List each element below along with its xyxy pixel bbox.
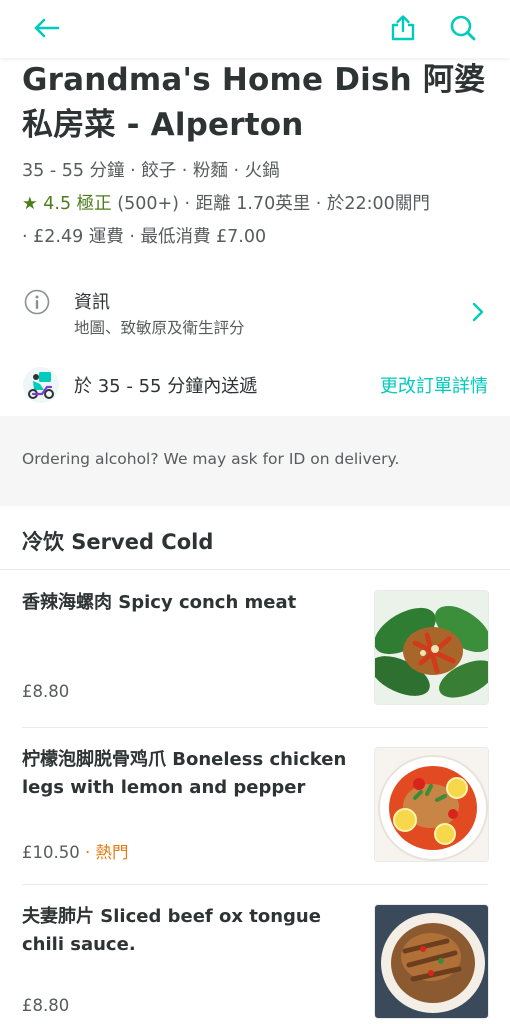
chevron-right-icon [472,302,484,326]
change-order-details-link[interactable]: 更改訂單詳情 [380,372,488,398]
info-icon [24,289,50,319]
menu-item[interactable]: 香辣海螺肉 Spicy conch meat £8.80 [0,571,510,728]
menu-item-price-row: £10.50 · 熱門 [22,839,128,863]
popular-tag: · 熱門 [79,843,129,862]
menu-item-name: 香辣海螺肉 Spicy conch meat [22,592,297,613]
rating-text: 4.5 極正 [43,194,112,214]
menu-item-photo[interactable] [374,747,489,862]
menu-item[interactable]: 柠檬泡脚脱骨鸡爪 Boneless chicken legs with lemo… [0,728,510,885]
menu-item[interactable]: 夫妻肺片 Sliced beef ox tongue chili sauce. … [0,885,510,1024]
info-title: 資訊 [74,292,110,313]
restaurant-meta-line1: 35 - 55 分鐘 · 餃子 · 粉麵 · 火鍋 [22,161,280,181]
info-subtitle: 地圖、致敏原及衛生評分 [74,319,245,337]
search-icon[interactable] [447,12,479,44]
restaurant-title-line1: Grandma's Home Dish 阿婆 [22,62,486,98]
menu-section-header: 冷饮 Served Cold [0,506,510,570]
share-icon[interactable] [387,12,419,44]
arrow-left-icon[interactable] [30,12,62,44]
delivery-time-text: 於 35 - 55 分鐘內送遞 [74,376,258,397]
menu-item-price-row: £8.80 [22,682,69,701]
delivery-row: 於 35 - 55 分鐘內送遞 更改訂單詳情 [0,364,510,408]
menu-item-price: £8.80 [22,996,70,1015]
alcohol-notice-text: Ordering alcohol? We may ask for ID on d… [22,450,400,468]
restaurant-meta-line3: · £2.49 運費 · 最低消費 £7.00 [22,227,267,247]
star-icon: ★ [22,194,38,214]
restaurant-title-line2: 私房菜 - Alperton [22,107,304,143]
menu-item-photo[interactable] [374,904,489,1019]
restaurant-meta-line2: ★ 4.5 極正 (500+) · 距離 1.70英里 · 於22:00關門 [22,192,430,216]
rating-details: (500+) · 距離 1.70英里 · 於22:00關門 [117,194,430,214]
top-bar [0,0,510,58]
restaurant-title: Grandma's Home Dish 阿婆 私房菜 - Alperton [22,58,492,148]
delivery-rider-icon [22,366,60,408]
menu-item-photo[interactable] [374,590,489,705]
menu-item-price: £8.80 [22,682,70,701]
menu-item-name: 夫妻肺片 Sliced beef ox tongue chili sauce. [22,906,321,955]
alcohol-notice: Ordering alcohol? We may ask for ID on d… [0,416,510,506]
menu-item-name: 柠檬泡脚脱骨鸡爪 Boneless chicken legs with lemo… [22,749,347,798]
info-row[interactable]: 資訊 地圖、致敏原及衛生評分 [0,282,510,344]
menu-item-price: £10.50 [22,843,80,862]
menu-item-price-row: £8.80 [22,996,69,1015]
section-title: 冷饮 Served Cold [22,530,214,554]
